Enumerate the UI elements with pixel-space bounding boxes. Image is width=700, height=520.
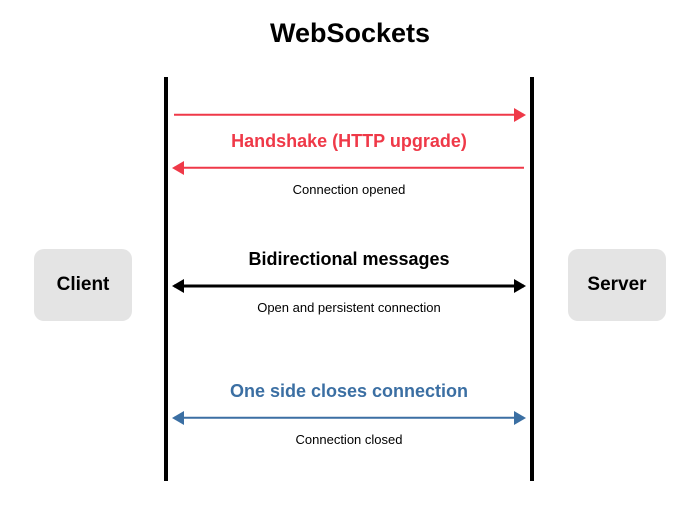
endpoint-server: Server: [568, 249, 666, 321]
phase-close: One side closes connection Connection cl…: [174, 381, 524, 447]
arrow-client-to-server: [174, 105, 524, 125]
arrowhead-left-icon: [172, 411, 184, 425]
lifeline-client: [164, 77, 168, 481]
phase-handshake-label: Handshake (HTTP upgrade): [174, 131, 524, 152]
arrowhead-right-icon: [514, 108, 526, 122]
arrow-line-icon: [174, 167, 524, 169]
arrowhead-left-icon: [172, 161, 184, 175]
lifeline-server: [530, 77, 534, 481]
diagram-title: WebSockets: [0, 0, 700, 49]
phase-messages: Bidirectional messages Open and persiste…: [174, 249, 524, 315]
arrow-bidirectional-close: [174, 408, 524, 428]
phase-close-label: One side closes connection: [174, 381, 524, 402]
phase-handshake-sub: Connection opened: [174, 182, 524, 197]
phase-close-sub: Connection closed: [174, 432, 524, 447]
arrowhead-left-icon: [172, 279, 184, 293]
arrow-line-icon: [174, 285, 524, 288]
arrow-server-to-client: [174, 158, 524, 178]
endpoint-server-label: Server: [587, 274, 646, 296]
endpoint-client-label: Client: [57, 274, 110, 296]
phase-messages-label: Bidirectional messages: [174, 249, 524, 270]
arrowhead-right-icon: [514, 279, 526, 293]
arrow-line-icon: [174, 114, 524, 116]
arrowhead-right-icon: [514, 411, 526, 425]
arrow-bidirectional: [174, 276, 524, 296]
sequence-diagram: Client Server Handshake (HTTP upgrade) C…: [0, 49, 700, 509]
phase-handshake: Handshake (HTTP upgrade) Connection open…: [174, 105, 524, 197]
arrow-line-icon: [174, 417, 524, 419]
endpoint-client: Client: [34, 249, 132, 321]
phase-messages-sub: Open and persistent connection: [174, 300, 524, 315]
